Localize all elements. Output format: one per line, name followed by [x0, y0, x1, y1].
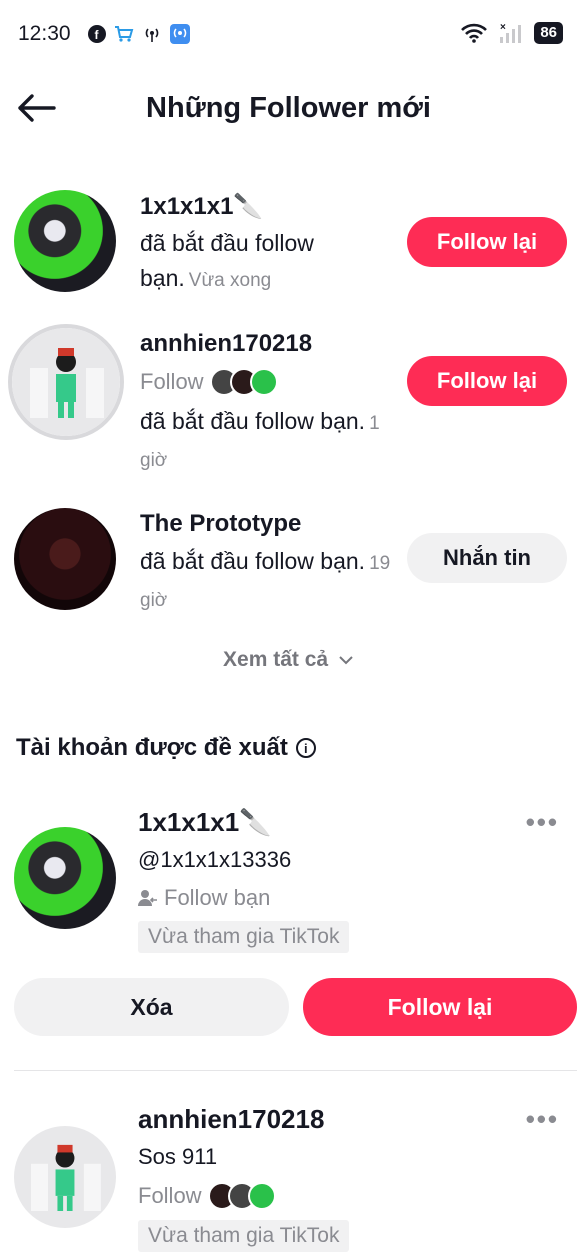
- header: Những Follower mới: [0, 70, 577, 150]
- follows-you-label: Follow bạn: [138, 885, 270, 911]
- svg-text:×: ×: [500, 22, 506, 33]
- avatar[interactable]: [8, 324, 124, 440]
- username[interactable]: 1x1x1x1🔪: [140, 192, 263, 221]
- status-bar: 12:30 f × 86: [0, 0, 577, 70]
- bio: Sos 911: [138, 1144, 218, 1169]
- avatar[interactable]: [14, 508, 116, 610]
- info-icon[interactable]: i: [295, 738, 316, 758]
- mutual-avatar: [247, 1182, 276, 1210]
- notification-message: đã bắt đầu follow bạn.: [140, 408, 366, 434]
- more-options-icon[interactable]: •••: [526, 1104, 559, 1135]
- chevron-down-icon: [339, 656, 353, 665]
- remove-button[interactable]: Xóa: [14, 978, 289, 1036]
- followed-by-label: Follow: [138, 1183, 202, 1208]
- suggested-accounts-title: Tài khoản được đề xuất i: [16, 734, 316, 762]
- suggested-account: 1x1x1x1🔪 @1x1x1x13336 Follow bạn Vừa tha…: [0, 795, 577, 965]
- avatar[interactable]: [14, 1126, 116, 1228]
- status-time: 12:30: [18, 22, 71, 45]
- follower-item: The Prototype đã bắt đầu follow bạn. 19 g…: [0, 498, 577, 628]
- followed-by-label: Follow: [140, 369, 204, 394]
- follow-back-button[interactable]: Follow lại: [407, 217, 567, 267]
- username[interactable]: annhien170218: [140, 330, 312, 358]
- notification-icons: f: [88, 24, 190, 44]
- follows-you-text: Follow bạn: [164, 885, 271, 910]
- follow-back-button[interactable]: Follow lại: [303, 978, 577, 1036]
- follower-item: annhien170218 Follow đã bắt đầu follow b…: [0, 318, 577, 478]
- message-button[interactable]: Nhắn tin: [407, 533, 567, 583]
- see-all-label: Xem tất cả: [223, 648, 329, 671]
- system-icons: × 86: [460, 22, 563, 44]
- handle: @1x1x1x13336: [138, 847, 292, 872]
- username[interactable]: 1x1x1x1🔪: [138, 807, 272, 838]
- mutual-avatars: [209, 368, 278, 396]
- notification-time: Vừa xong: [188, 270, 272, 291]
- facebook-icon: f: [88, 25, 106, 43]
- followed-by: Follow: [138, 1182, 276, 1210]
- hotspot-icon: [142, 25, 162, 43]
- follower-item: 1x1x1x1🔪 đã bắt đầu follow bạn. Vừa xong …: [0, 180, 577, 310]
- joined-badge: Vừa tham gia TikTok: [138, 921, 350, 953]
- mutual-avatar: [249, 368, 278, 396]
- avatar[interactable]: [14, 827, 116, 929]
- joined-badge: Vừa tham gia TikTok: [138, 1220, 350, 1252]
- username[interactable]: The Prototype: [140, 510, 301, 538]
- more-options-icon[interactable]: •••: [526, 807, 559, 838]
- notification-text: đã bắt đầu follow bạn. Vừa xong: [140, 226, 400, 298]
- battery-indicator: 86: [534, 22, 563, 44]
- hotspot-app-icon: [170, 24, 190, 44]
- page-title: Những Follower mới: [146, 92, 431, 124]
- section-title-label: Tài khoản được đề xuất: [16, 734, 288, 761]
- followed-by: Follow: [140, 368, 278, 396]
- notification-text: đã bắt đầu follow bạn. 19 giờ: [140, 544, 400, 618]
- user-follow-icon: [138, 890, 157, 906]
- username[interactable]: annhien170218: [138, 1104, 324, 1135]
- follow-back-button[interactable]: Follow lại: [407, 356, 567, 406]
- suggested-account: annhien170218 Sos 911 Follow Vừa tham gi…: [0, 1090, 577, 1253]
- see-all-link[interactable]: Xem tất cả: [0, 648, 577, 672]
- avatar[interactable]: [14, 190, 116, 292]
- shopping-cart-icon: [114, 25, 134, 43]
- notification-text: đã bắt đầu follow bạn. 1 giờ: [140, 404, 400, 478]
- signal-icon: ×: [498, 22, 524, 44]
- notification-message: đã bắt đầu follow bạn.: [140, 548, 366, 574]
- divider: [14, 1070, 577, 1071]
- wifi-icon: [460, 22, 488, 44]
- mutual-avatars: [207, 1182, 276, 1210]
